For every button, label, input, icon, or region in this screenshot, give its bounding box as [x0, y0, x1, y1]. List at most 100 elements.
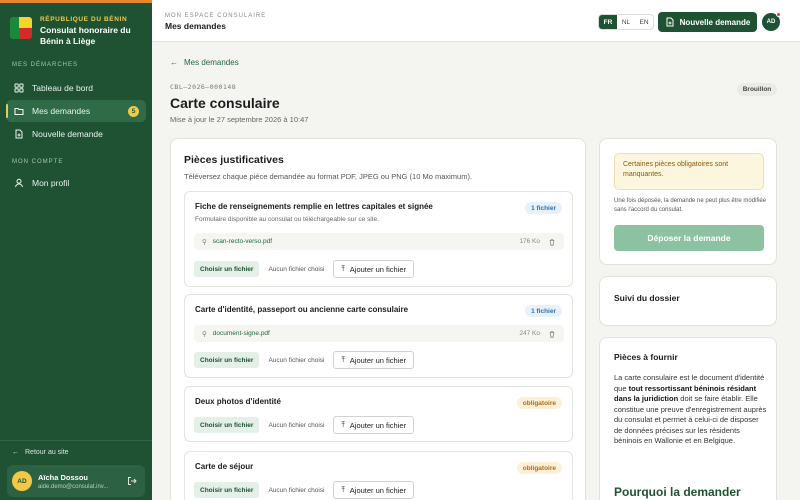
no-file-label: Aucun fichier choisi — [268, 356, 325, 364]
user-name: Aïcha Dossou — [38, 472, 89, 482]
missing-pieces-warning: Certaines pièces obligatoires sont manqu… — [614, 153, 764, 190]
piece-title: Fiche de renseignements remplie en lettr… — [195, 202, 433, 211]
card-title: Pièces justificatives — [184, 154, 284, 166]
file-count-badge: 1 fichier — [525, 305, 562, 317]
sidebar-item-nouvelle-demande[interactable]: Nouvelle demande — [6, 123, 146, 145]
upload-row: Choisir un fichier Aucun fichier choisi … — [194, 481, 415, 499]
folder-icon — [14, 108, 24, 115]
upload-row: Choisir un fichier Aucun fichier choisi … — [194, 351, 415, 369]
info-title: Pièces à fournir — [614, 352, 678, 362]
page-title: Carte consulaire — [170, 95, 280, 111]
language-switcher: FR NL EN — [598, 14, 654, 30]
no-file-label: Aucun fichier choisi — [268, 421, 325, 429]
upload-row: Choisir un fichier Aucun fichier choisi … — [194, 260, 415, 278]
upload-icon: ⤒ — [341, 485, 345, 494]
breadcrumb: MON ESPACE CONSULAIRE — [165, 13, 267, 19]
info-text: La carte consulaire est le document d'id… — [614, 373, 767, 447]
paperclip-icon: ⚲ — [202, 330, 207, 338]
sidebar-item-profil[interactable]: Mon profil — [6, 172, 146, 194]
upload-icon: ⤒ — [341, 420, 345, 429]
deposit-note: Une fois déposée, la demande ne peut plu… — [614, 198, 767, 213]
deposit-button[interactable]: Déposer la demande — [614, 225, 764, 251]
upload-icon: ⤒ — [341, 355, 345, 364]
file-count-badge: 1 fichier — [525, 202, 562, 214]
add-file-button[interactable]: ⤒ Ajouter un fichier — [333, 260, 415, 278]
add-file-label: Ajouter un fichier — [349, 264, 407, 274]
lang-en[interactable]: EN — [635, 15, 653, 29]
trash-icon[interactable] — [548, 238, 556, 246]
divider — [0, 440, 152, 441]
card-subtitle: Téléversez chaque pièce demandée au form… — [184, 172, 473, 181]
file-size: 247 Ko — [519, 330, 540, 337]
required-badge: obligatoire — [516, 397, 562, 409]
back-to-site-link[interactable]: ← Retour au site — [12, 449, 69, 456]
sidebar-item-mes-demandes[interactable]: Mes demandes 5 — [6, 100, 146, 122]
file-name[interactable]: document-signe.pdf — [213, 330, 270, 337]
tracking-card: Suivi du dossier — [599, 276, 777, 326]
user-icon — [15, 178, 23, 188]
no-file-label: Aucun fichier choisi — [268, 486, 325, 494]
piece-description: Formulaire disponible au consulat ou tél… — [195, 216, 379, 223]
sidebar-item-dashboard[interactable]: Tableau de bord — [6, 77, 146, 99]
tracking-title: Suivi du dossier — [614, 293, 680, 303]
add-file-button[interactable]: ⤒ Ajouter un fichier — [333, 481, 415, 499]
sidebar-item-label: Tableau de bord — [32, 83, 93, 93]
avatar[interactable]: AD — [762, 12, 781, 31]
info-card: Pièces à fournir La carte consulaire est… — [599, 337, 777, 500]
trash-icon[interactable] — [548, 330, 556, 338]
count-badge: 5 — [128, 105, 139, 117]
topbar: MON ESPACE CONSULAIRE Mes demandes FR NL… — [152, 0, 800, 42]
choose-file-button[interactable]: Choisir un fichier — [194, 482, 260, 498]
piece-item: Carte d'identité, passeport ou ancienne … — [184, 294, 573, 378]
lang-nl[interactable]: NL — [617, 15, 635, 29]
page-section-title: Mes demandes — [165, 21, 226, 31]
piece-item: Deux photos d'identité obligatoire Chois… — [184, 386, 573, 442]
piece-title: Carte d'identité, passeport ou ancienne … — [195, 305, 409, 314]
document-plus-icon — [15, 129, 23, 139]
sidebar-item-label: Nouvelle demande — [32, 129, 103, 139]
add-file-button[interactable]: ⤒ Ajouter un fichier — [333, 416, 415, 434]
status-badge: Brouillon — [737, 83, 777, 96]
section-title-demarches: MES DÉMARCHES — [12, 62, 79, 68]
new-request-label: Nouvelle demande — [679, 17, 751, 27]
document-plus-icon — [666, 17, 674, 27]
file-name[interactable]: scan-recto-verso.pdf — [213, 238, 272, 245]
file-size: 176 Ko — [519, 238, 540, 245]
piece-item: Carte de séjour obligatoire Choisir un f… — [184, 451, 573, 500]
back-label: Mes demandes — [184, 58, 239, 67]
choose-file-button[interactable]: Choisir un fichier — [194, 261, 260, 277]
no-file-label: Aucun fichier choisi — [268, 265, 325, 273]
back-to-site-label: Retour au site — [25, 449, 69, 456]
new-request-button[interactable]: Nouvelle demande — [658, 12, 757, 32]
add-file-button[interactable]: ⤒ Ajouter un fichier — [333, 351, 415, 369]
upload-row: Choisir un fichier Aucun fichier choisi … — [194, 416, 415, 434]
updated-timestamp: Mise à jour le 27 septembre 2026 à 10:47 — [170, 115, 309, 124]
lang-fr[interactable]: FR — [599, 15, 617, 29]
pieces-card: Pièces justificatives Téléversez chaque … — [170, 138, 586, 500]
add-file-label: Ajouter un fichier — [349, 420, 407, 430]
brand-country: RÉPUBLIQUE DU BÉNIN — [40, 16, 128, 23]
back-to-requests-link[interactable]: ← Mes demandes — [170, 58, 239, 67]
brand: RÉPUBLIQUE DU BÉNIN Consulat honoraire d… — [0, 3, 152, 47]
section-title-compte: MON COMPTE — [12, 159, 64, 165]
user-card: AD Aïcha Dossou aide.demo@consulat.inv..… — [7, 465, 145, 497]
required-badge: obligatoire — [516, 462, 562, 474]
notification-dot — [776, 12, 781, 17]
submission-card: Certaines pièces obligatoires sont manqu… — [599, 138, 777, 265]
choose-file-button[interactable]: Choisir un fichier — [194, 417, 260, 433]
sidebar-item-label: Mes demandes — [32, 106, 91, 116]
add-file-label: Ajouter un fichier — [349, 485, 407, 495]
request-reference: CBL–2026–000148 — [170, 83, 237, 91]
avatar: AD — [12, 471, 32, 491]
piece-title: Carte de séjour — [195, 462, 254, 471]
sidebar-item-label: Mon profil — [32, 178, 70, 188]
user-email: aide.demo@consulat.inv... — [38, 483, 109, 490]
choose-file-button[interactable]: Choisir un fichier — [194, 352, 260, 368]
piece-item: Fiche de renseignements remplie en lettr… — [184, 191, 573, 287]
brand-name: Consulat honoraire du Bénin à Liège — [40, 25, 131, 46]
paperclip-icon: ⚲ — [202, 238, 207, 246]
logout-icon[interactable] — [127, 476, 137, 486]
upload-icon: ⤒ — [341, 264, 345, 273]
uploaded-file: ⚲ scan-recto-verso.pdf 176 Ko — [194, 233, 564, 250]
uploaded-file: ⚲ document-signe.pdf 247 Ko — [194, 325, 564, 342]
